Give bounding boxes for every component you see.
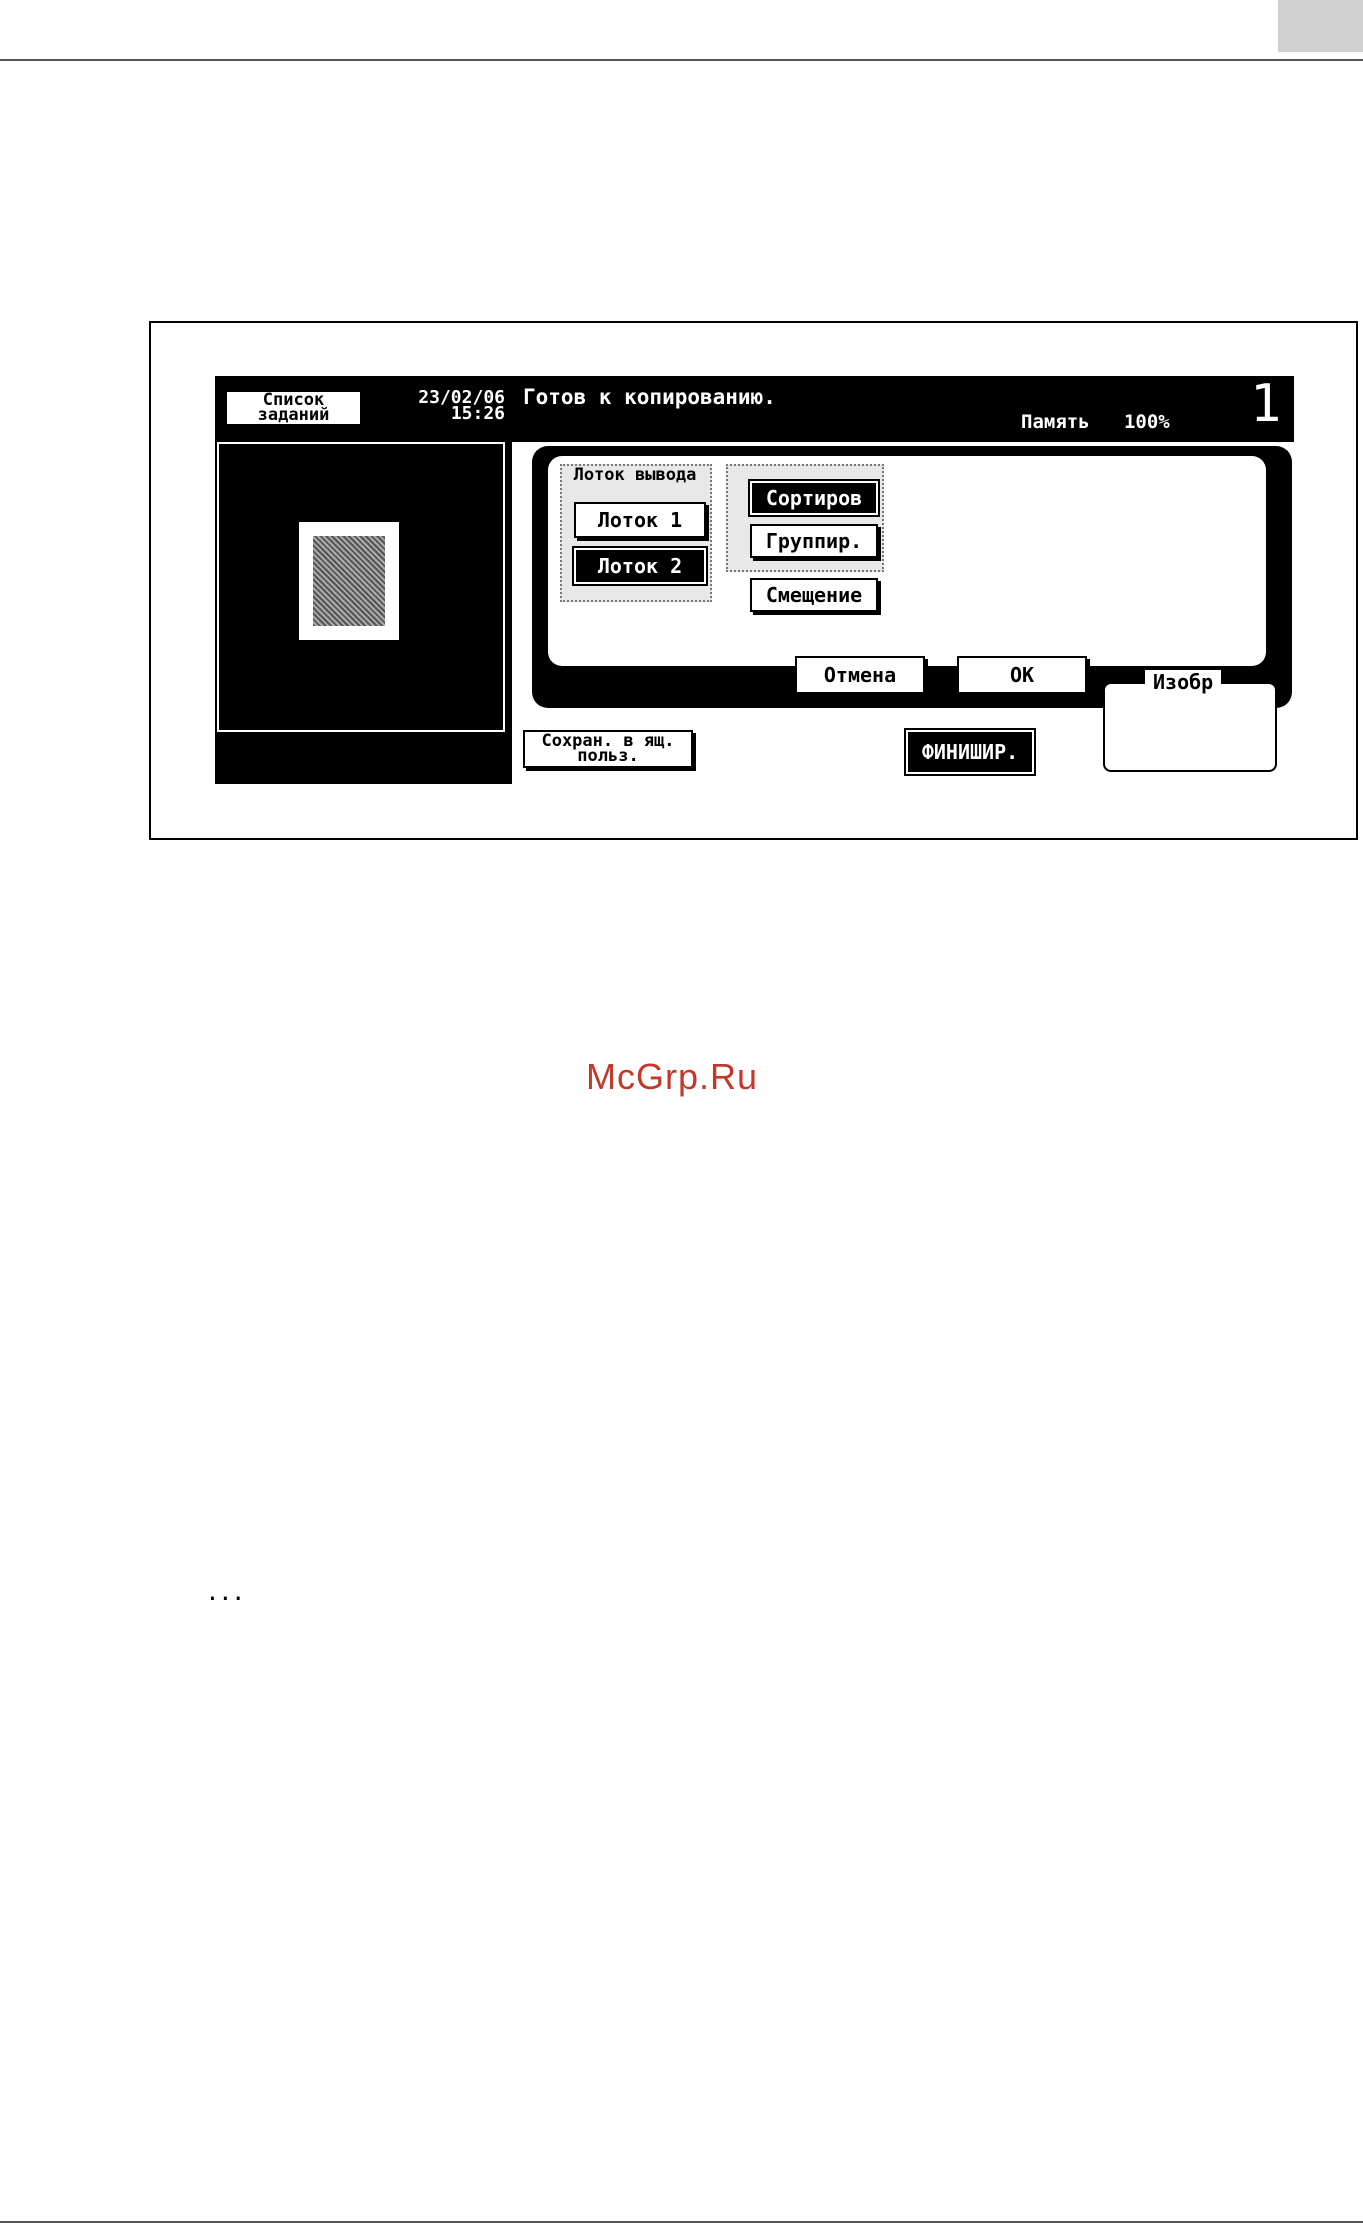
header-rule [0, 59, 1363, 61]
tray-1-button[interactable]: Лоток 1 [574, 502, 706, 538]
sort-button[interactable]: Сортиров [750, 481, 878, 515]
tray-2-button[interactable]: Лоток 2 [574, 548, 706, 584]
watermark: McGrp.Ru [586, 1056, 759, 1097]
preview-pane [217, 442, 505, 732]
continuation-ellipsis: ... [208, 1574, 247, 1607]
time-text: 15:26 [450, 403, 505, 424]
image-panel: Изобр [1103, 670, 1277, 772]
footer-rule [0, 2221, 1363, 2223]
save-to-user-box-button[interactable]: Сохран. в ящ. польз. [523, 730, 693, 768]
group-button[interactable]: Группир. [750, 524, 878, 558]
finishing-popup-body: Лоток вывода Лоток 1 Лоток 2 Сортиров Гр… [548, 456, 1266, 694]
preview-image [313, 536, 385, 626]
offset-button[interactable]: Смещение [750, 578, 878, 612]
memory-indicator: Память 100% [1021, 411, 1170, 433]
page-corner-tab [1278, 0, 1363, 52]
ok-button[interactable]: OK [957, 656, 1087, 694]
image-panel-title: Изобр [1145, 670, 1222, 694]
status-message: Готов к копированию. [523, 385, 776, 409]
finishing-button[interactable]: ФИНИШИР. [906, 730, 1034, 774]
copy-count: 1 [1250, 374, 1282, 434]
output-tray-title: Лоток вывода [573, 465, 697, 485]
job-list-button[interactable]: Список заданий [225, 390, 362, 426]
date-time: 23/02/06 15:26 [387, 389, 505, 424]
memory-label: Память [1021, 411, 1090, 433]
finishing-popup: Лоток вывода Лоток 1 Лоток 2 Сортиров Гр… [532, 446, 1292, 708]
cancel-button[interactable]: Отмена [795, 656, 925, 694]
copier-screen: Список заданий 23/02/06 15:26 Готов к ко… [215, 376, 1294, 784]
preview-page [299, 522, 399, 640]
memory-value: 100% [1123, 411, 1170, 433]
